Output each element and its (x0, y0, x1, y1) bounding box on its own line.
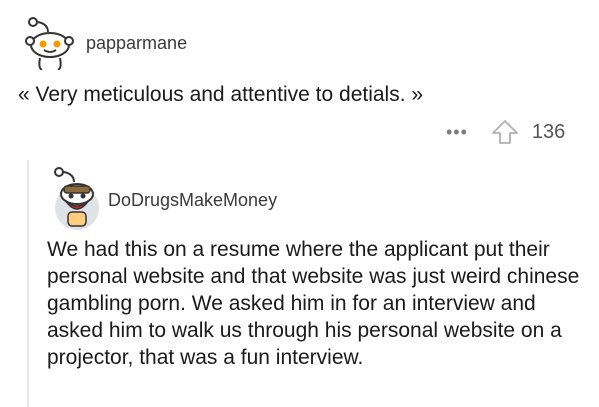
username-dodrugsmakemoney[interactable]: DoDrugsMakeMoney (108, 190, 277, 211)
snoo-avatar-icon[interactable] (18, 10, 78, 71)
comment-text: We had this on a resume where the applic… (47, 238, 580, 369)
comment-actions: ••• 136 (446, 118, 565, 146)
username-papparmane[interactable]: papparmane (86, 33, 187, 54)
comment-reply: DoDrugsMakeMoney We had this on a resume… (0, 150, 599, 407)
upvote-arrow-icon[interactable] (490, 118, 520, 146)
snoo-costume-avatar-icon[interactable] (48, 164, 106, 230)
more-options-icon[interactable]: ••• (446, 122, 468, 143)
comment-text: « Very meticulous and attentive to detia… (18, 83, 424, 106)
comment-top: papparmane « Very meticulous and attenti… (0, 0, 599, 150)
vote-score: 136 (531, 120, 566, 143)
